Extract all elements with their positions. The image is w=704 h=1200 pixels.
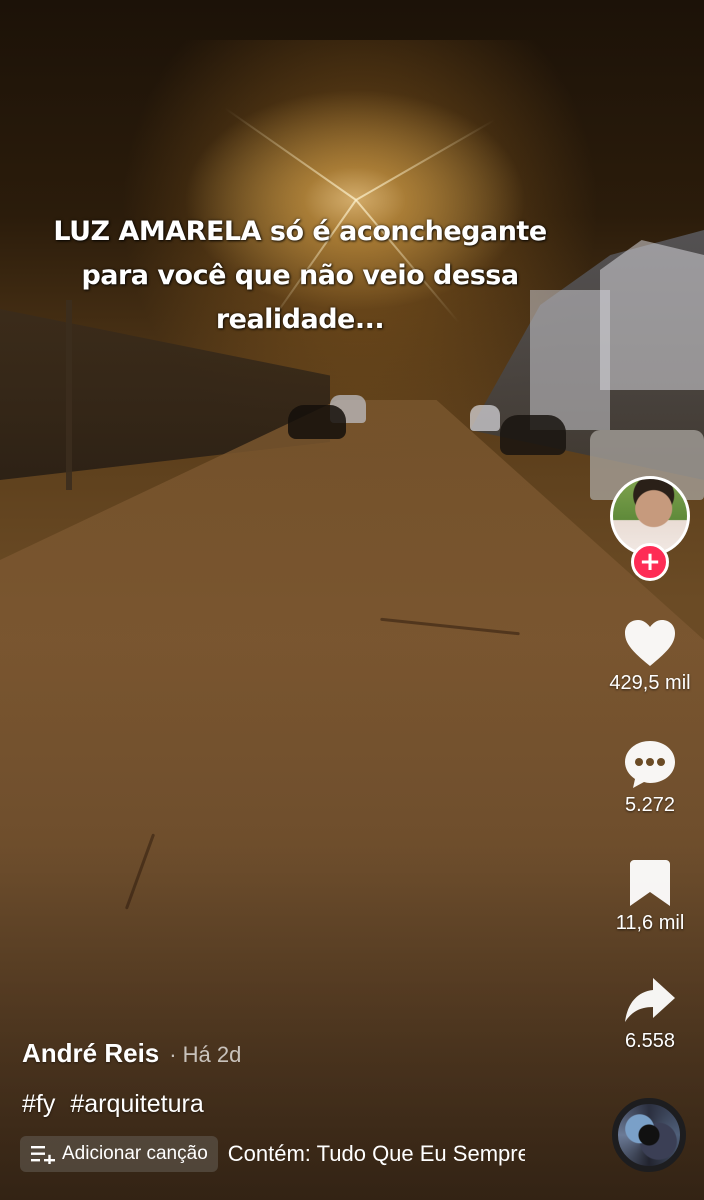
hashtag-link[interactable]: #fy <box>22 1090 55 1118</box>
save-count: 11,6 mil <box>615 912 685 934</box>
like-count: 429,5 mil <box>609 672 691 694</box>
share-count: 6.558 <box>624 1030 676 1052</box>
song-contains-text[interactable]: Contém: Tudo Que Eu Sempre Sonhei <box>228 1141 525 1167</box>
heart-icon <box>625 620 675 666</box>
song-row: Adicionar canção Contém: Tudo Que Eu Sem… <box>20 1136 525 1172</box>
video-caption: LUZ AMARELA só é aconchegante para você … <box>20 210 580 342</box>
share-icon <box>625 978 675 1022</box>
music-disc[interactable] <box>612 1098 686 1172</box>
bookmark-icon <box>630 860 670 906</box>
like-button[interactable]: 429,5 mil <box>596 618 704 695</box>
comment-icon <box>625 741 675 788</box>
playlist-add-icon <box>31 1146 55 1164</box>
share-button[interactable]: 6.558 <box>596 976 704 1053</box>
hashtags: #fy #arquitetura <box>22 1090 212 1119</box>
author-row: André Reis · Há 2d <box>22 1038 241 1069</box>
add-song-label: Adicionar canção <box>62 1143 208 1164</box>
creator-avatar-group: + <box>610 476 690 581</box>
post-time: Há 2d <box>182 1042 242 1067</box>
separator-dot: · <box>169 1042 177 1067</box>
save-button[interactable]: 11,6 mil <box>596 858 704 935</box>
hashtag-link[interactable]: #arquitetura <box>70 1090 203 1118</box>
author-name[interactable]: André Reis <box>22 1038 159 1069</box>
comment-count: 5.272 <box>624 794 676 816</box>
caption-line: para você que não veio dessa <box>81 260 519 291</box>
comment-button[interactable]: 5.272 <box>596 738 704 817</box>
follow-button[interactable]: + <box>631 543 669 581</box>
caption-line: LUZ AMARELA só é aconchegante <box>53 216 547 247</box>
caption-line: realidade... <box>215 304 385 335</box>
add-song-button[interactable]: Adicionar canção <box>20 1136 218 1172</box>
